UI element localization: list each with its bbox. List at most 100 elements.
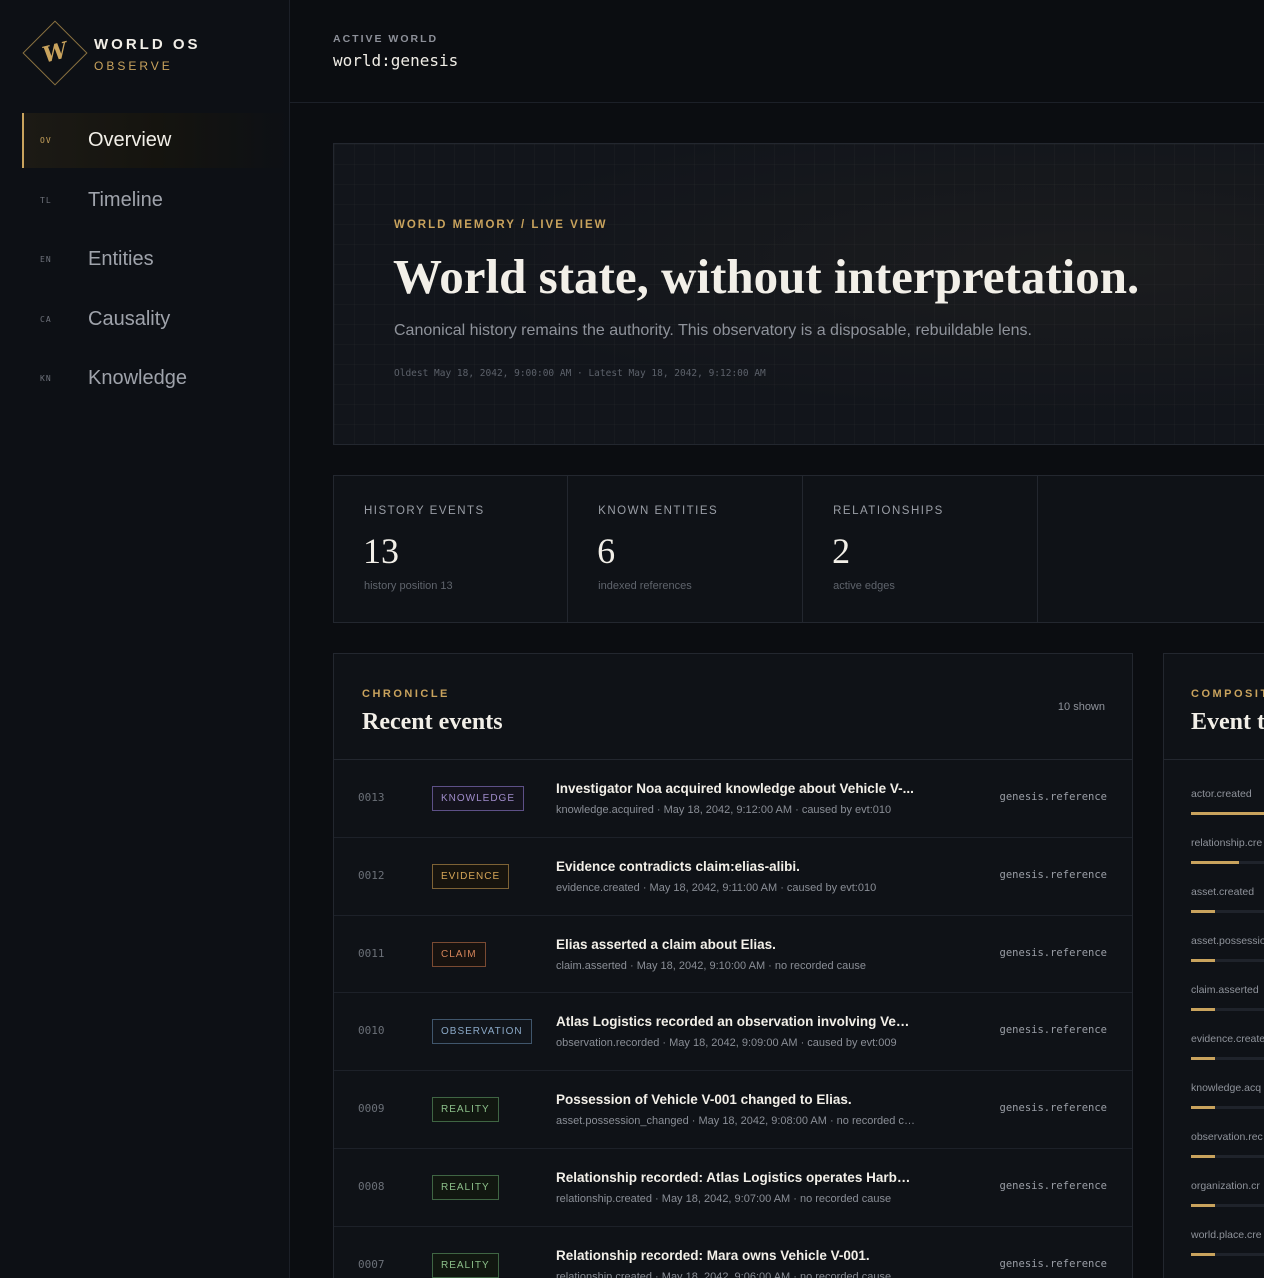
composition-item[interactable]: claim.asserted: [1191, 984, 1264, 1033]
chronicle-kicker: CHRONICLE: [362, 688, 450, 700]
hero-kicker: WORLD MEMORY / LIVE VIEW: [394, 219, 608, 231]
chronicle-header: CHRONICLE Recent events 10 shown: [334, 654, 1132, 760]
nav-code: CA: [40, 314, 52, 324]
stat-label: RELATIONSHIPS: [833, 505, 944, 517]
event-title[interactable]: Relationship recorded: Mara owns Vehicle…: [556, 1248, 916, 1263]
brand[interactable]: W WORLD OS OBSERVE: [22, 20, 266, 86]
sidebar-item-overview[interactable]: OV Overview: [22, 113, 290, 168]
composition-label: relationship.cre: [1191, 837, 1263, 849]
nav-code: TL: [40, 195, 52, 205]
event-sequence: 0009: [358, 1102, 385, 1116]
composition-item[interactable]: relationship.cre: [1191, 837, 1264, 886]
stat-value: 13: [363, 531, 399, 571]
nav-code: KN: [40, 374, 52, 383]
stat-label: KNOWN ENTITIES: [598, 505, 719, 517]
nav-label: Causality: [88, 307, 171, 330]
sidebar-item-knowledge[interactable]: KN Knowledge: [22, 351, 290, 406]
composition-item[interactable]: evidence.create: [1191, 1033, 1264, 1082]
active-world-value[interactable]: world:genesis: [333, 51, 458, 70]
nav-label: Overview: [88, 129, 172, 151]
composition-label: knowledge.acq: [1191, 1082, 1262, 1094]
event-row[interactable]: 0011 CLAIM Elias asserted a claim about El…: [334, 916, 1132, 994]
event-title[interactable]: Investigator Noa acquired knowledge abou…: [556, 781, 916, 796]
event-sequence: 0012: [358, 868, 385, 882]
event-source: genesis.reference: [999, 1024, 1107, 1037]
composition-item[interactable]: organization.cr: [1191, 1180, 1264, 1229]
event-meta: asset.possession_changed · May 18, 2042,…: [556, 1115, 916, 1128]
event-meta: observation.recorded · May 18, 2042, 9:0…: [556, 1037, 897, 1050]
sidebar-nav: OV Overview TL Timeline EN Entities CA C…: [22, 113, 290, 411]
nav-code: EN: [40, 255, 52, 264]
event-source: genesis.reference: [999, 946, 1107, 959]
composition-bar-track: [1191, 861, 1264, 864]
event-sequence: 0007: [358, 1257, 385, 1271]
page-title: World state, without interpretation.: [393, 249, 1140, 304]
active-world-label: ACTIVE WORLD: [333, 33, 439, 45]
composition-bar-track: [1191, 1008, 1264, 1011]
event-type-badge: CLAIM: [432, 941, 486, 967]
event-source: genesis.reference: [999, 868, 1107, 881]
event-title[interactable]: Relationship recorded: Atlas Logistics o…: [556, 1170, 916, 1185]
stats-row: HISTORY EVENTS 13 history position 13 KN…: [333, 475, 1264, 623]
composition-item[interactable]: asset.created: [1191, 886, 1264, 935]
event-type-badge: KNOWLEDGE: [432, 786, 525, 811]
sidebar: W WORLD OS OBSERVE OV Overview TL Timeli…: [0, 0, 290, 1278]
event-sequence: 0010: [358, 1024, 385, 1038]
event-type-badge: REALITY: [432, 1174, 499, 1200]
composition-item[interactable]: asset.possessio: [1191, 935, 1264, 984]
event-row[interactable]: 0012 EVIDENCE Evidence contradicts claim:e…: [334, 838, 1132, 916]
composition-bar-track: [1191, 959, 1264, 962]
stat-value: 6: [597, 531, 616, 571]
brand-title: WORLD OS: [94, 36, 201, 53]
event-row[interactable]: 0008 REALITY Relationship recorded: Atlas …: [334, 1149, 1132, 1227]
composition-kicker: COMPOSIT: [1191, 688, 1264, 700]
composition-label: evidence.create: [1191, 1033, 1264, 1045]
composition-bar-fill: [1191, 910, 1215, 913]
event-row[interactable]: 0009 REALITY Possession of Vehicle V-001 c…: [334, 1071, 1132, 1149]
nav-label: Timeline: [88, 188, 163, 211]
composition-label: observation.rec: [1191, 1131, 1263, 1143]
event-type-badge: REALITY: [432, 1097, 499, 1123]
event-row[interactable]: 0013 KNOWLEDGE Investigator Noa acquired k…: [334, 760, 1132, 838]
composition-bar-track: [1191, 910, 1264, 913]
event-source: genesis.reference: [999, 1102, 1107, 1115]
hero-time-range: Oldest May 18, 2042, 9:00:00 AM · Latest…: [394, 368, 766, 379]
event-title[interactable]: Atlas Logistics recorded an observation …: [556, 1014, 916, 1029]
event-meta: evidence.created · May 18, 2042, 9:11:00…: [556, 881, 877, 894]
composition-bar-track: [1191, 1106, 1264, 1109]
composition-item[interactable]: observation.rec: [1191, 1131, 1264, 1180]
composition-title: Event t: [1191, 709, 1264, 735]
composition-item[interactable]: knowledge.acq: [1191, 1082, 1264, 1131]
brand-subtitle: OBSERVE: [94, 59, 173, 73]
composition-panel: COMPOSIT Event t actor.created relationsh…: [1163, 653, 1264, 1278]
event-type-badge: REALITY: [432, 1252, 499, 1278]
event-title[interactable]: Possession of Vehicle V-001 changed to E…: [556, 1092, 916, 1107]
event-title[interactable]: Evidence contradicts claim:elias-alibi.: [556, 859, 916, 874]
composition-bar-track: [1191, 1204, 1264, 1207]
top-header: ACTIVE WORLD world:genesis: [290, 0, 1264, 103]
event-row[interactable]: 0010 OBSERVATION Atlas Logistics recorded …: [334, 993, 1132, 1072]
sidebar-item-timeline[interactable]: TL Timeline: [22, 173, 290, 228]
brand-logo-icon: W: [39, 37, 71, 69]
composition-item[interactable]: actor.created: [1191, 788, 1264, 837]
sidebar-item-causality[interactable]: CA Causality: [22, 292, 290, 347]
stat-history-events: HISTORY EVENTS 13 history position 13: [333, 475, 569, 623]
sidebar-item-entities[interactable]: EN Entities: [22, 232, 290, 287]
event-meta: knowledge.acquired · May 18, 2042, 9:12:…: [556, 804, 892, 816]
stat-label: HISTORY EVENTS: [364, 505, 485, 517]
chronicle-count: 10 shown: [1057, 701, 1105, 713]
stat-note: active edges: [833, 580, 895, 592]
event-type-badge: OBSERVATION: [432, 1019, 532, 1045]
stat-known-entities: KNOWN ENTITIES 6 indexed references: [568, 475, 804, 623]
event-row[interactable]: 0007 REALITY Relationship recorded: Mara o…: [334, 1227, 1132, 1278]
event-sequence: 0008: [358, 1179, 385, 1193]
composition-item[interactable]: world.place.cre: [1191, 1229, 1264, 1278]
event-title[interactable]: Elias asserted a claim about Elias.: [556, 937, 916, 952]
composition-label: organization.cr: [1191, 1180, 1260, 1192]
composition-bar-fill: [1191, 1253, 1215, 1256]
composition-bar-fill: [1191, 812, 1264, 815]
event-source: genesis.reference: [999, 1179, 1107, 1192]
nav-label: Knowledge: [88, 367, 187, 389]
composition-label: world.place.cre: [1191, 1229, 1262, 1241]
event-source: genesis.reference: [999, 791, 1107, 803]
